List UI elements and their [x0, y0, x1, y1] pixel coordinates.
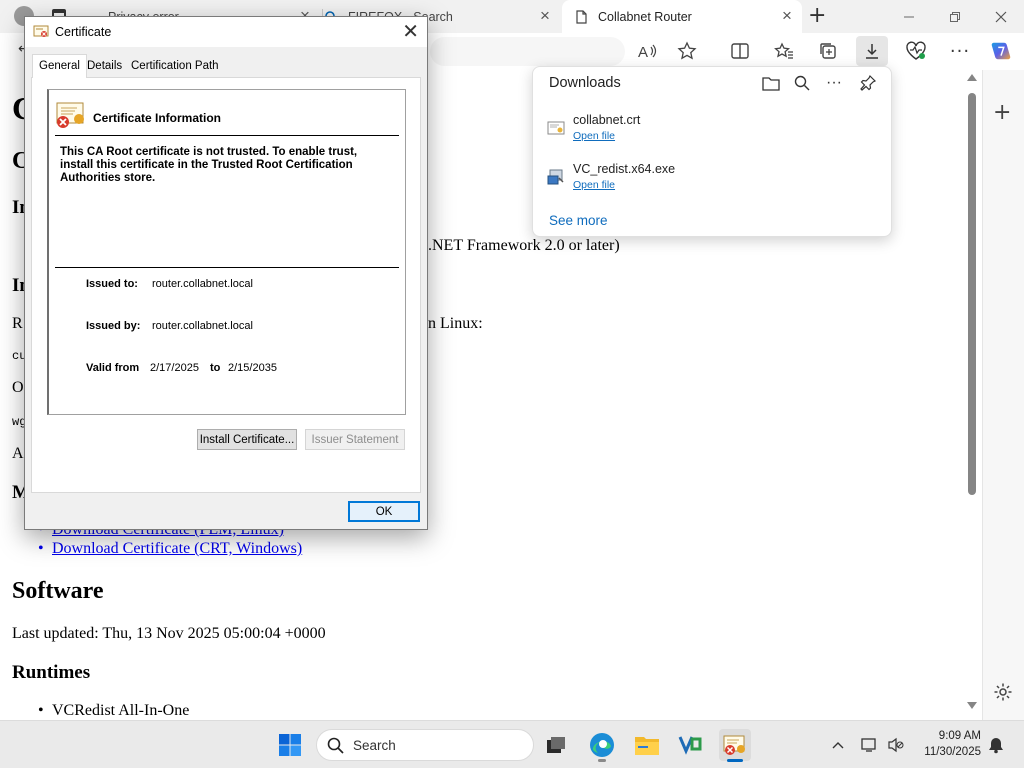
issued-by-label: Issued by: — [86, 320, 141, 332]
pin-icon[interactable] — [858, 73, 878, 93]
certificate-window-icon[interactable] — [719, 729, 751, 762]
browser-sidebar: + — [982, 70, 1024, 720]
tab-details[interactable]: Details — [81, 57, 128, 77]
paragraph-fragment: O — [12, 379, 24, 396]
certificate-file-icon — [547, 119, 565, 137]
paragraph-fragment: R — [12, 315, 23, 332]
linux-text: n Linux: — [428, 315, 483, 332]
paragraph-fragment: A — [12, 445, 24, 462]
framework-requirement: .NET Framework 2.0 or later) — [428, 237, 620, 254]
tab-collabnet-router[interactable]: Collabnet Router × — [562, 0, 802, 33]
settings-gear-icon[interactable] — [993, 682, 1013, 702]
visual-studio-icon[interactable] — [675, 729, 707, 761]
tab-certification-path[interactable]: Certification Path — [125, 57, 225, 77]
show-hidden-icons-chevron-up-icon[interactable] — [828, 735, 848, 755]
installer-file-icon — [547, 168, 565, 186]
restore-button[interactable] — [932, 0, 978, 33]
read-aloud-icon[interactable]: A — [637, 40, 659, 62]
notification-bell-icon[interactable] — [986, 735, 1006, 755]
certificate-info-header: Certificate Information — [93, 111, 222, 125]
last-updated-text: Last updated: Thu, 13 Nov 2025 05:00:04 … — [12, 625, 326, 642]
search-icon — [327, 737, 344, 757]
clock-date: 11/30/2025 — [924, 746, 981, 758]
trust-warning-text: This CA Root certificate is not trusted.… — [60, 146, 358, 184]
valid-from-label: Valid from — [86, 362, 140, 374]
issuer-statement-button[interactable]: Issuer Statement — [305, 429, 405, 450]
tab-general[interactable]: General — [32, 54, 87, 78]
address-field[interactable] — [430, 37, 625, 66]
minimize-button[interactable] — [886, 0, 932, 33]
open-file-link[interactable]: Open file — [573, 130, 615, 142]
download-item[interactable]: VC_redist.x64.exe Open file — [547, 162, 877, 202]
page-icon — [574, 9, 588, 24]
downloads-flyout: Downloads ··· collabnet.crt Open file VC… — [532, 66, 892, 237]
close-tab-icon[interactable]: × — [780, 7, 794, 24]
see-more-link[interactable]: See more — [549, 213, 608, 228]
open-file-link[interactable]: Open file — [573, 179, 615, 191]
start-windows-icon[interactable] — [274, 729, 306, 761]
favorite-star-icon[interactable] — [676, 40, 698, 62]
more-icon[interactable]: ··· — [949, 40, 971, 62]
more-icon[interactable]: ··· — [824, 73, 844, 93]
file-explorer-icon[interactable] — [631, 729, 663, 761]
install-certificate-button[interactable]: Install Certificate... — [197, 429, 297, 450]
runtime-list-item: VCRedist All-In-One — [38, 702, 189, 720]
download-filename: collabnet.crt — [573, 113, 641, 127]
folder-icon[interactable] — [761, 73, 781, 93]
task-view-icon[interactable] — [540, 729, 572, 761]
downloads-icon[interactable] — [856, 36, 888, 66]
split-screen-icon[interactable] — [729, 40, 751, 62]
download-item[interactable]: collabnet.crt Open file — [547, 113, 877, 153]
runtimes-heading: Runtimes — [12, 662, 91, 683]
valid-to-label: to — [210, 362, 221, 374]
issued-to-value: router.collabnet.local — [152, 278, 253, 290]
downloads-title: Downloads — [549, 75, 621, 91]
valid-from-value: 2/17/2025 — [150, 362, 199, 374]
dialog-titlebar[interactable]: Certificate ✕ — [25, 17, 427, 47]
close-tab-icon[interactable]: × — [538, 7, 552, 24]
browser-essentials-icon[interactable] — [905, 40, 927, 62]
certificate-dialog: Certificate ✕ General Details Certificat… — [24, 16, 428, 530]
search-placeholder: Search — [353, 738, 396, 753]
certificate-icon — [33, 25, 49, 39]
certificate-info-box: Certificate Information This CA Root cer… — [47, 89, 406, 415]
close-window-button[interactable] — [978, 0, 1024, 33]
taskbar: Search 9:09 AM 11/30/2025 — [0, 720, 1024, 768]
edge-browser-icon[interactable] — [586, 729, 618, 762]
svg-text:A: A — [638, 44, 648, 60]
issued-by-value: router.collabnet.local — [152, 320, 253, 332]
download-filename: VC_redist.x64.exe — [573, 162, 676, 176]
certificate-warning-icon — [55, 100, 87, 132]
close-icon[interactable]: ✕ — [402, 22, 419, 42]
add-sidebar-app-icon[interactable]: + — [993, 100, 1011, 125]
scroll-down-arrow[interactable] — [967, 702, 977, 709]
dialog-title: Certificate — [55, 25, 112, 39]
search-icon[interactable] — [792, 73, 812, 93]
scrollbar-thumb[interactable] — [968, 93, 976, 495]
tab-label: Collabnet Router — [598, 9, 692, 24]
taskbar-search-box[interactable]: Search — [316, 729, 534, 761]
link-download-crt[interactable]: Download Certificate (CRT, Windows) — [38, 540, 302, 558]
general-tab-panel: Certificate Information This CA Root cer… — [31, 77, 421, 493]
favorites-icon[interactable] — [773, 40, 795, 62]
new-tab-button[interactable]: + — [808, 3, 826, 28]
clock-time: 9:09 AM — [938, 730, 981, 742]
system-clock[interactable]: 9:09 AM 11/30/2025 — [924, 728, 981, 760]
collections-icon[interactable] — [817, 40, 839, 62]
volume-muted-icon[interactable] — [886, 735, 906, 755]
issued-to-label: Issued to: — [86, 278, 138, 290]
valid-to-value: 2/15/2035 — [228, 362, 277, 374]
software-heading: Software — [12, 578, 104, 604]
copilot-icon[interactable] — [990, 40, 1012, 62]
ok-button[interactable]: OK — [348, 501, 420, 522]
page-scrollbar[interactable] — [964, 70, 982, 720]
network-icon[interactable] — [860, 735, 880, 755]
scroll-up-arrow[interactable] — [967, 74, 977, 81]
